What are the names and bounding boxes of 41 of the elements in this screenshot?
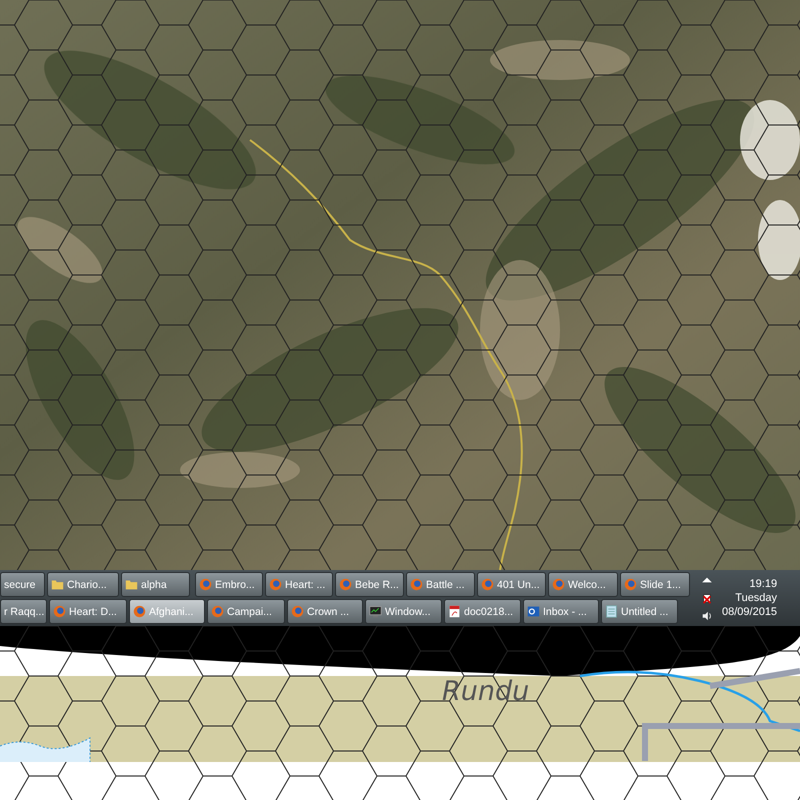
taskbar-button[interactable]: Untitled ... [601,599,678,624]
folder-icon [51,578,64,591]
browser-icon [291,605,304,618]
browser-icon [552,578,565,591]
folder-icon [125,578,138,591]
taskbar-button[interactable]: Crown ... [287,599,363,624]
clock-time: 19:19 [750,578,778,590]
speaker-icon[interactable] [701,610,713,622]
monitor-icon [369,605,382,618]
taskbar-button[interactable]: Inbox - ... [523,599,599,624]
taskbar-button[interactable]: Window... [365,599,442,624]
browser-icon [199,578,212,591]
clock-day: Tuesday [735,592,778,604]
taskbar-button[interactable]: 401 Un... [477,572,546,597]
browser-icon [481,578,494,591]
taskbar-button[interactable]: Heart: ... [265,572,333,597]
browser-icon [53,605,66,618]
clock-date: 08/09/2015 [722,606,778,618]
notepad-icon [605,605,618,618]
taskbar-button[interactable]: Slide 1... [620,572,690,597]
taskbar-button[interactable]: Heart: D... [49,599,127,624]
power-plug-icon[interactable] [701,592,713,604]
taskbar-button[interactable]: Chario... [47,572,119,597]
taskbar-button[interactable]: doc0218... [444,599,521,624]
taskbar-button[interactable]: Bebe R... [335,572,404,597]
clock[interactable]: 19:19 Tuesday 08/09/2015 [722,578,780,618]
browser-icon [339,578,352,591]
taskbar-button[interactable]: Embro... [195,572,263,597]
taskbar-button[interactable]: secure [0,572,45,597]
browser-icon [624,578,637,591]
browser-icon [269,578,282,591]
browser-icon [133,605,146,618]
browser-icon [410,578,423,591]
taskbar-button[interactable]: Campai... [207,599,285,624]
browser-icon [211,605,224,618]
document-icon [448,605,461,618]
taskbar-button[interactable]: Welco... [548,572,618,597]
taskbar-button[interactable]: alpha [121,572,190,597]
mail-icon [527,605,540,618]
taskbar-button[interactable]: r Raqq... [0,599,47,624]
taskbar-button[interactable]: Battle ... [406,572,475,597]
